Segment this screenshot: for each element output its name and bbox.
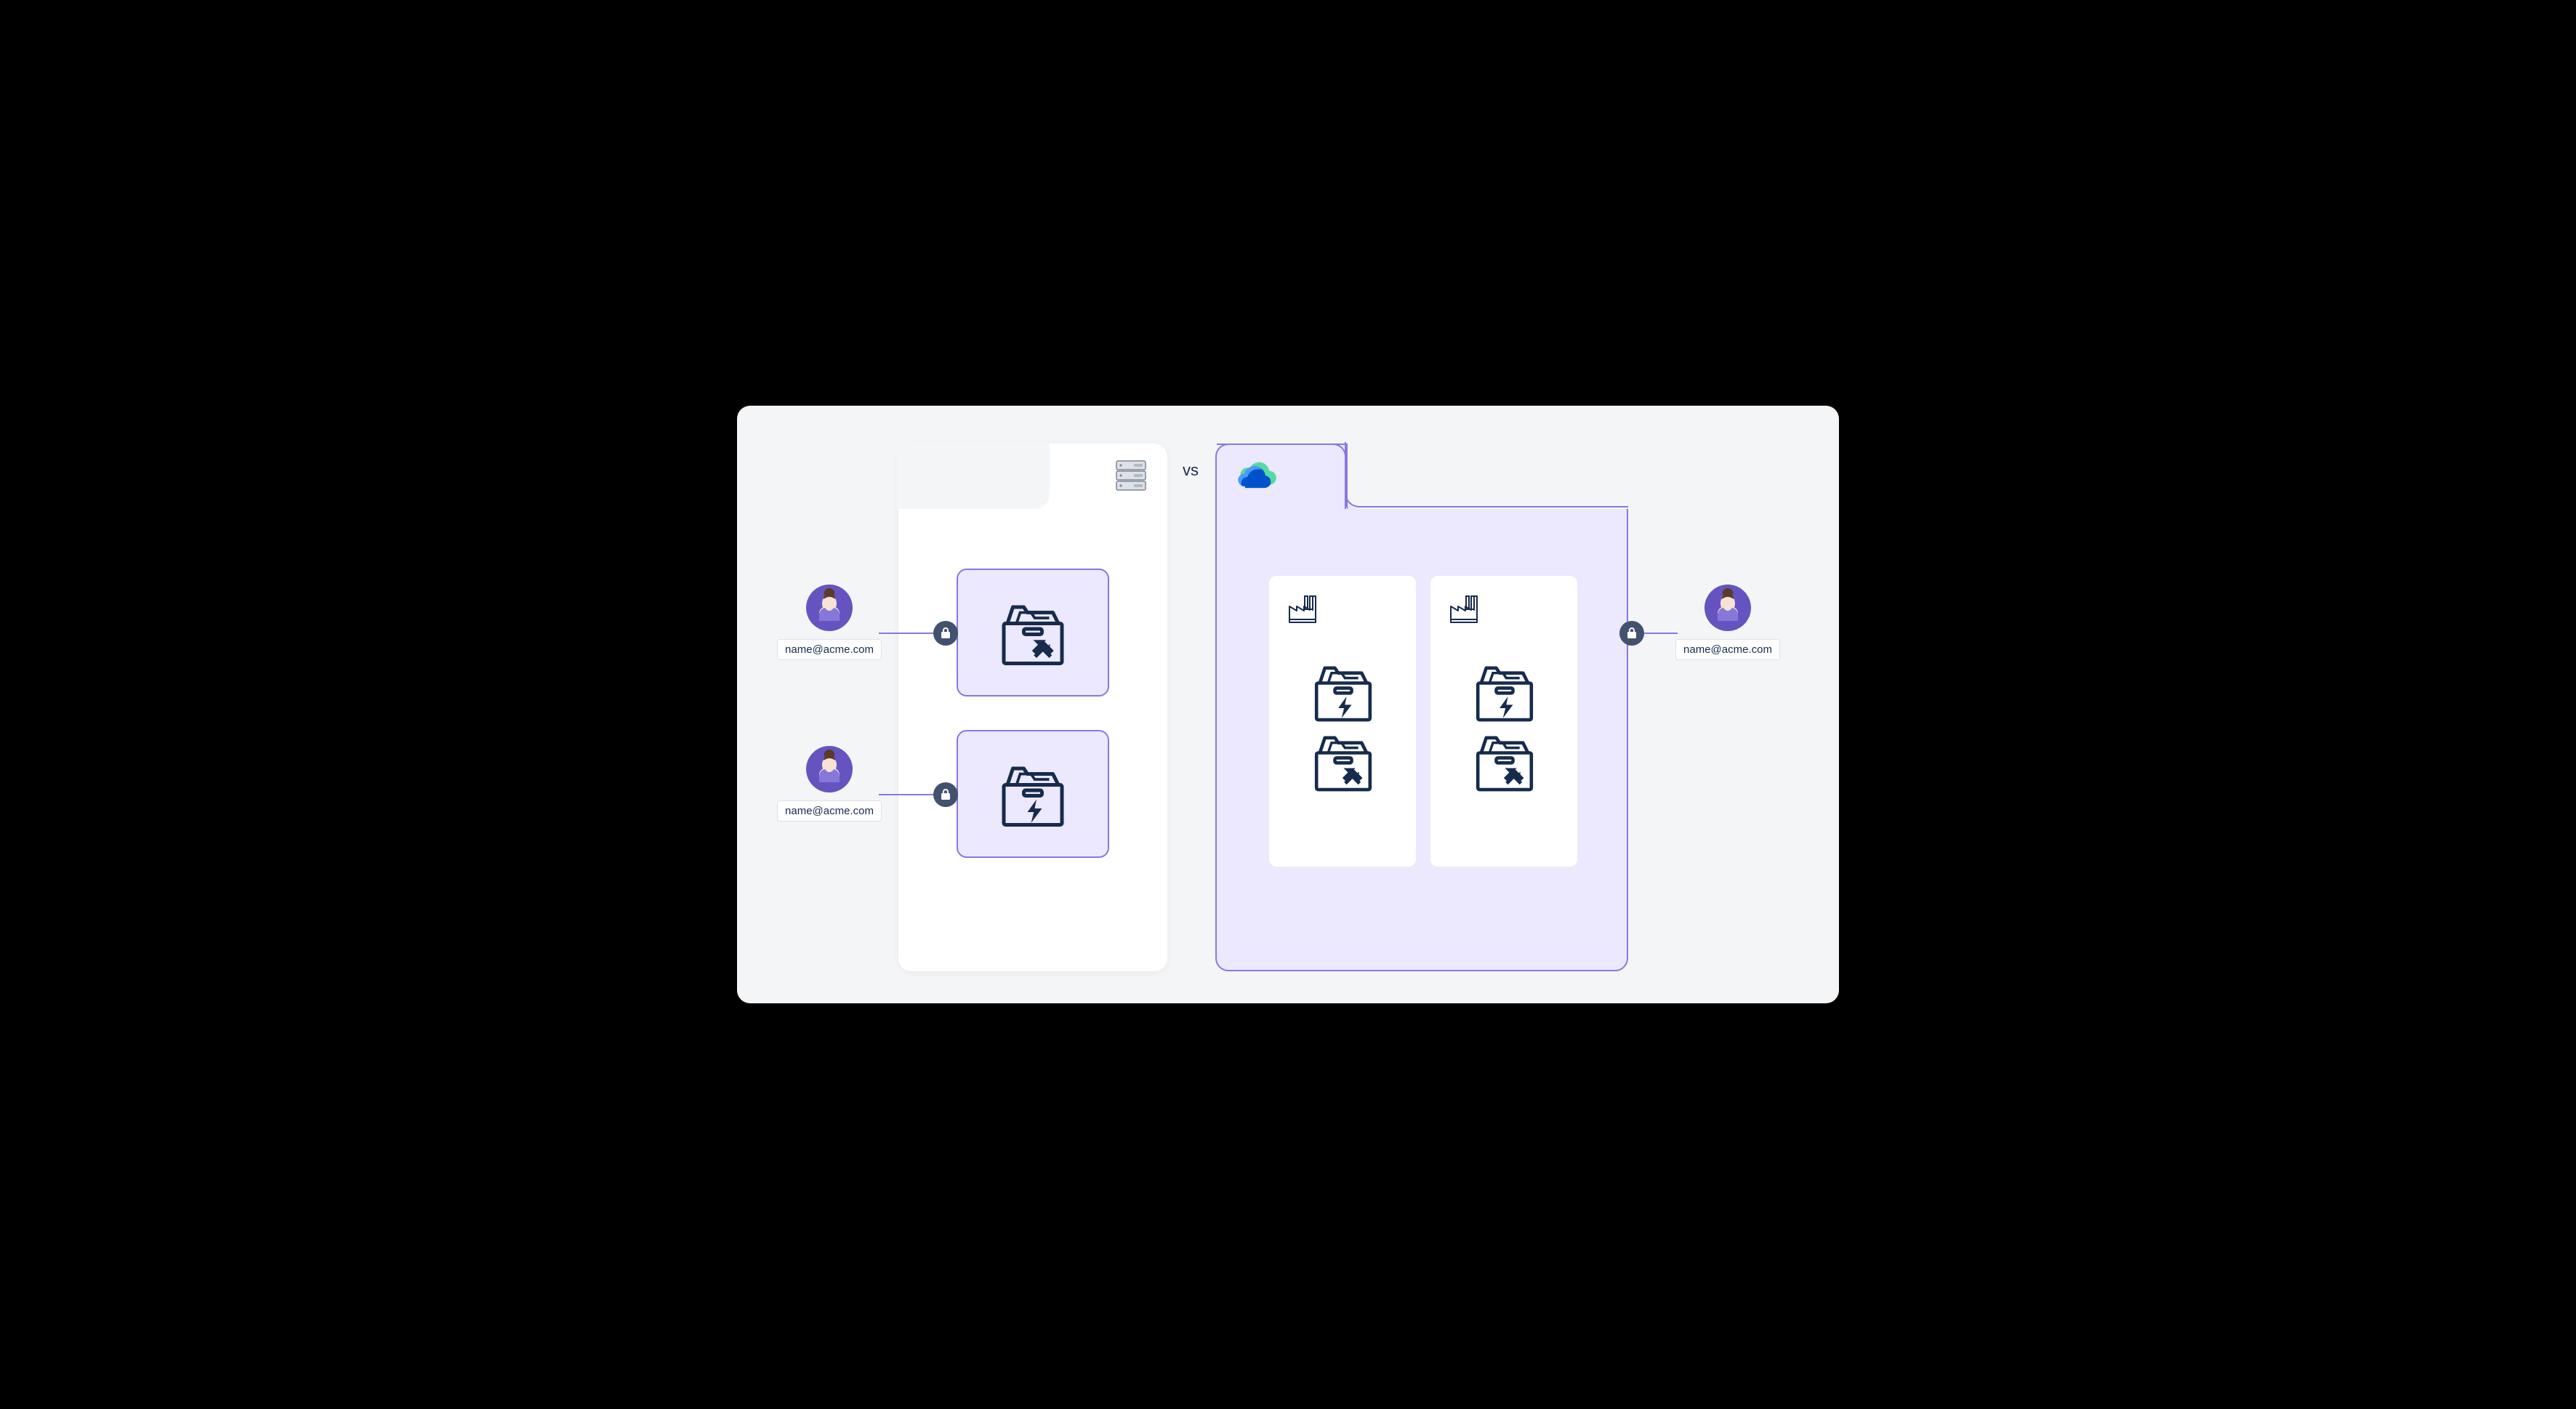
factory-icon [1446,592,1480,625]
user-email-chip: name@acme.com [777,800,882,822]
lock-icon [1619,621,1644,646]
product-box-bolt-icon [1471,659,1538,723]
cloud-icon [1234,459,1278,495]
server-icon [1114,458,1148,497]
factory-icon [1285,592,1319,625]
local-panel [898,443,1167,971]
local-product-bolt [957,730,1109,858]
lock-icon [933,621,958,646]
org-card-1 [1269,576,1416,867]
product-box-bolt-icon [997,759,1069,829]
lock-icon [933,782,958,807]
vs-label: vs [1183,461,1199,480]
user-local-1: name@acme.com [768,585,891,660]
user-local-2: name@acme.com [768,746,891,822]
avatar-icon [1704,585,1751,631]
product-box-jira-icon [1310,729,1377,793]
org-card-2 [1430,576,1577,867]
local-product-jira [957,569,1109,697]
avatar-icon [806,746,853,792]
global-panel [1215,443,1628,971]
diagram-canvas: Local accounts vs Global accounts [737,406,1839,1003]
product-box-jira-icon [1471,729,1538,793]
product-box-bolt-icon [1310,659,1377,723]
user-global: name@acme.com [1666,585,1790,660]
user-email-chip: name@acme.com [777,639,882,660]
avatar-icon [806,585,853,631]
user-email-chip: name@acme.com [1675,639,1780,660]
product-box-jira-icon [997,598,1069,667]
